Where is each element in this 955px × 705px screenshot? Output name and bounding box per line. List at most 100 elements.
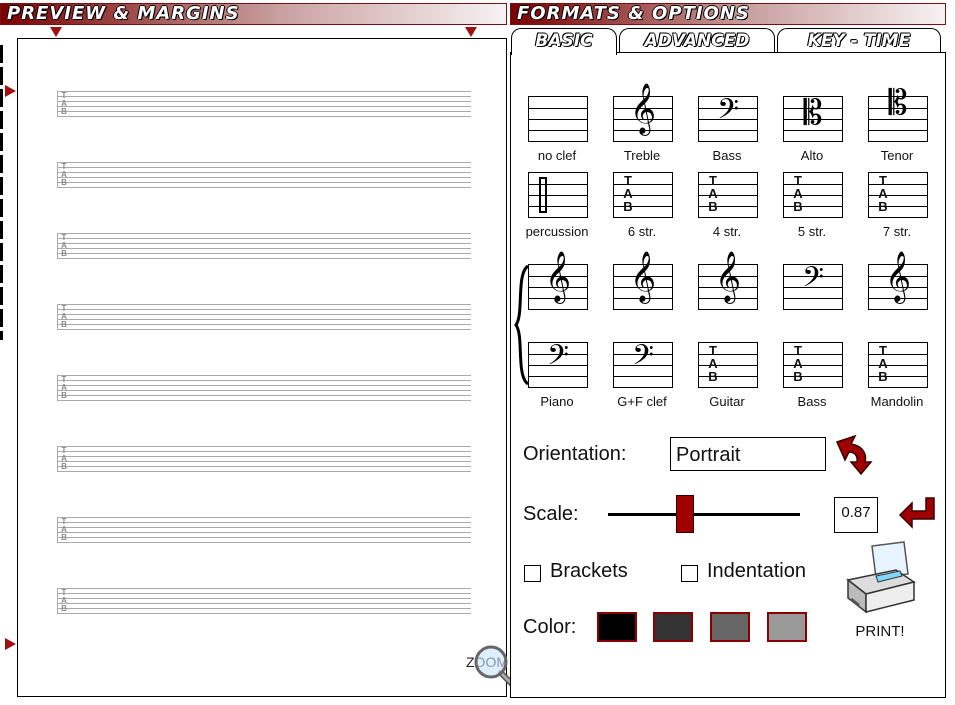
clef-option-13[interactable]: 𝄢 [783, 261, 843, 310]
scale-value-field[interactable]: 0.87 [834, 497, 878, 533]
tab-letter: B [793, 369, 803, 384]
clef-option-2[interactable]: 𝄢 [698, 93, 758, 142]
staff-line [57, 532, 471, 533]
clef-option-11[interactable]: 𝄞 [613, 251, 673, 310]
staff-tab-label: TAB [59, 589, 69, 613]
treble-clef-icon: 𝄞 [884, 251, 911, 302]
tab-letter: B [61, 320, 67, 329]
staff-line [57, 111, 471, 112]
tab-clef-icon: TAB [792, 174, 804, 213]
staff-line [529, 119, 587, 120]
clef-option-1[interactable]: 𝄞 [613, 83, 673, 142]
clef-option-10-lower[interactable]: 𝄢 [528, 339, 588, 388]
alto-clef-icon: 𝄡 [803, 93, 823, 133]
top-margin-handle[interactable] [5, 85, 16, 97]
orientation-field[interactable]: Portrait [670, 437, 826, 471]
staff-line [57, 304, 471, 305]
staff-line [57, 395, 471, 396]
clef-option-12[interactable]: 𝄞 [698, 251, 758, 310]
staff-line [57, 96, 471, 97]
top-left-margin-handle[interactable] [50, 27, 62, 37]
clef-option-3[interactable]: 𝄡 [783, 93, 843, 142]
clef-label: 6 str. [627, 224, 657, 239]
clef-option-9[interactable]: TAB [868, 172, 928, 218]
clef-option-5[interactable] [528, 172, 588, 218]
staff-line [57, 248, 471, 249]
preview-staff: TAB [57, 446, 471, 474]
staff-line [529, 206, 587, 207]
staff-line [57, 162, 471, 163]
clef-option-14-lower[interactable]: TAB [868, 342, 928, 388]
staff-line [57, 324, 471, 325]
staff-line [57, 542, 471, 543]
preview-staff: TAB [57, 304, 471, 332]
staff-line [57, 177, 471, 178]
tab-basic[interactable]: BASIC [511, 28, 617, 55]
clef-option-13-lower[interactable]: TAB [783, 342, 843, 388]
bottom-margin-handle[interactable] [5, 638, 16, 650]
tab-letter: B [61, 391, 67, 400]
staff-tab-label: TAB [59, 163, 69, 187]
clef-option-11-lower[interactable]: 𝄢 [613, 339, 673, 388]
staff-line [57, 598, 471, 599]
scale-slider-track[interactable] [608, 513, 800, 516]
color-swatch-black[interactable] [597, 612, 637, 642]
rotate-arrow-icon[interactable] [833, 432, 877, 476]
color-swatch-light-gray[interactable] [767, 612, 807, 642]
staff-line [57, 451, 471, 452]
print-button[interactable]: PRINT! [842, 540, 918, 644]
clef-option-12-lower[interactable]: TAB [698, 342, 758, 388]
clef-option-14[interactable]: 𝄞 [868, 251, 928, 310]
clef-label: no clef [537, 148, 577, 163]
staff-tab-label: TAB [59, 376, 69, 400]
staff-line [57, 101, 471, 102]
staff-line [57, 253, 471, 254]
staff-line [57, 446, 471, 447]
indentation-checkbox[interactable] [681, 565, 698, 582]
tab-letter: B [61, 604, 67, 613]
apply-arrow-icon[interactable] [898, 495, 938, 535]
scale-slider-thumb[interactable] [675, 495, 694, 533]
clef-option-6[interactable]: TAB [613, 172, 673, 218]
tab-letter: B [61, 107, 67, 116]
staff-line [57, 466, 471, 467]
tab-letter: B [61, 533, 67, 542]
scale-label: Scale: [523, 503, 579, 525]
staff-line [57, 182, 471, 183]
staff-line [57, 527, 471, 528]
staff-barline [57, 517, 58, 543]
staff-line [57, 167, 471, 168]
bass-clef-icon: 𝄢 [717, 93, 739, 133]
top-right-margin-handle[interactable] [465, 27, 477, 37]
tab-advanced[interactable]: ADVANCED [619, 28, 775, 53]
color-swatch-dark-gray[interactable] [653, 612, 693, 642]
clef-option-4[interactable]: 𝄡 [868, 83, 928, 142]
staff-barline [57, 446, 58, 472]
left-ruler [0, 45, 3, 340]
staff-line [57, 91, 471, 92]
staff-line [529, 130, 587, 131]
staff-line [57, 309, 471, 310]
clef-option-8[interactable]: TAB [783, 172, 843, 218]
staff-line [57, 537, 471, 538]
staff-line [57, 593, 471, 594]
staff-tab-label: TAB [59, 92, 69, 116]
clef-label: percussion [525, 224, 589, 239]
treble-clef-icon: 𝄞 [629, 83, 656, 134]
staff-line [57, 187, 471, 188]
brackets-checkbox[interactable] [524, 565, 541, 582]
staff-tab-label: TAB [59, 518, 69, 542]
staff-line [57, 613, 471, 614]
tenor-clef-icon: 𝄡 [888, 83, 908, 123]
preview-header-title: PREVIEW & MARGINS [7, 3, 240, 24]
clef-option-10[interactable]: 𝄞 [528, 251, 588, 310]
color-swatch-gray[interactable] [710, 612, 750, 642]
staff-line [57, 238, 471, 239]
clef-label: Piano [540, 394, 574, 409]
brackets-label: Brackets [550, 560, 628, 582]
staff-line [57, 588, 471, 589]
clef-option-0[interactable] [528, 96, 588, 142]
tab-key-time[interactable]: KEY - TIME [777, 28, 941, 53]
staff-line [57, 329, 471, 330]
clef-option-7[interactable]: TAB [698, 172, 758, 218]
